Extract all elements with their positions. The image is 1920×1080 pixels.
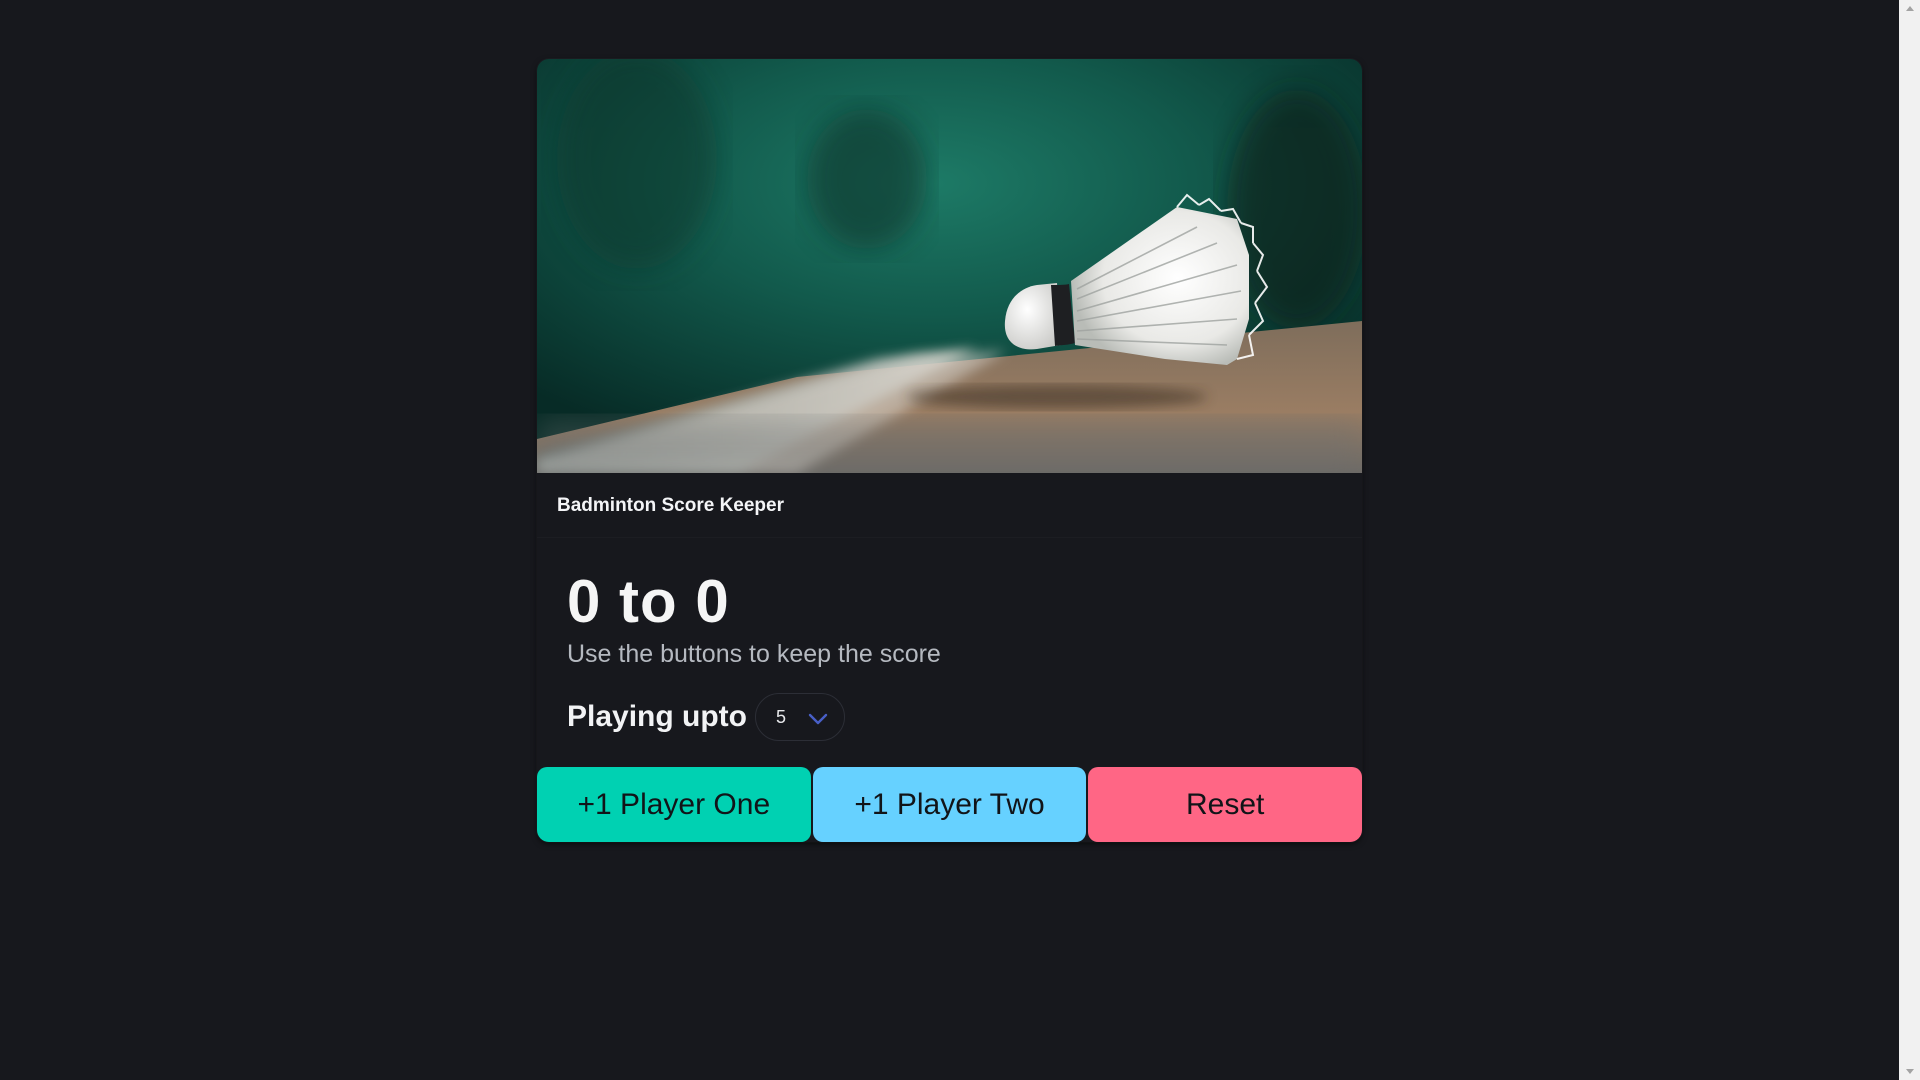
shuttlecock-image bbox=[537, 59, 1362, 473]
add-player-two-button[interactable]: +1 Player Two bbox=[812, 767, 1087, 842]
playing-upto-label: Playing upto bbox=[567, 700, 747, 733]
card-content: 0 to 0 Use the buttons to keep the score… bbox=[567, 565, 1337, 741]
page: Badminton Score Keeper 0 to 0 Use the bu… bbox=[0, 0, 1899, 1080]
button-footer: +1 Player One +1 Player Two Reset bbox=[537, 767, 1362, 842]
card-title: Badminton Score Keeper bbox=[557, 495, 784, 516]
playing-upto-select[interactable]: 5 bbox=[755, 693, 845, 741]
score-keeper-card: Badminton Score Keeper 0 to 0 Use the bu… bbox=[537, 59, 1362, 842]
reset-button[interactable]: Reset bbox=[1088, 767, 1362, 842]
scroll-down-arrow-icon[interactable] bbox=[1899, 1063, 1920, 1080]
playing-upto-value: 5 bbox=[776, 706, 787, 727]
card-header: Badminton Score Keeper bbox=[537, 473, 1362, 538]
score-display: 0 to 0 bbox=[567, 568, 730, 635]
playing-upto-row: Playing upto 5 bbox=[567, 693, 1337, 741]
vertical-scrollbar[interactable] bbox=[1899, 0, 1920, 1080]
add-player-one-button[interactable]: +1 Player One bbox=[537, 767, 811, 842]
score-hint: Use the buttons to keep the score bbox=[567, 640, 941, 668]
chevron-down-icon bbox=[808, 710, 828, 731]
scroll-up-arrow-icon[interactable] bbox=[1899, 0, 1920, 17]
